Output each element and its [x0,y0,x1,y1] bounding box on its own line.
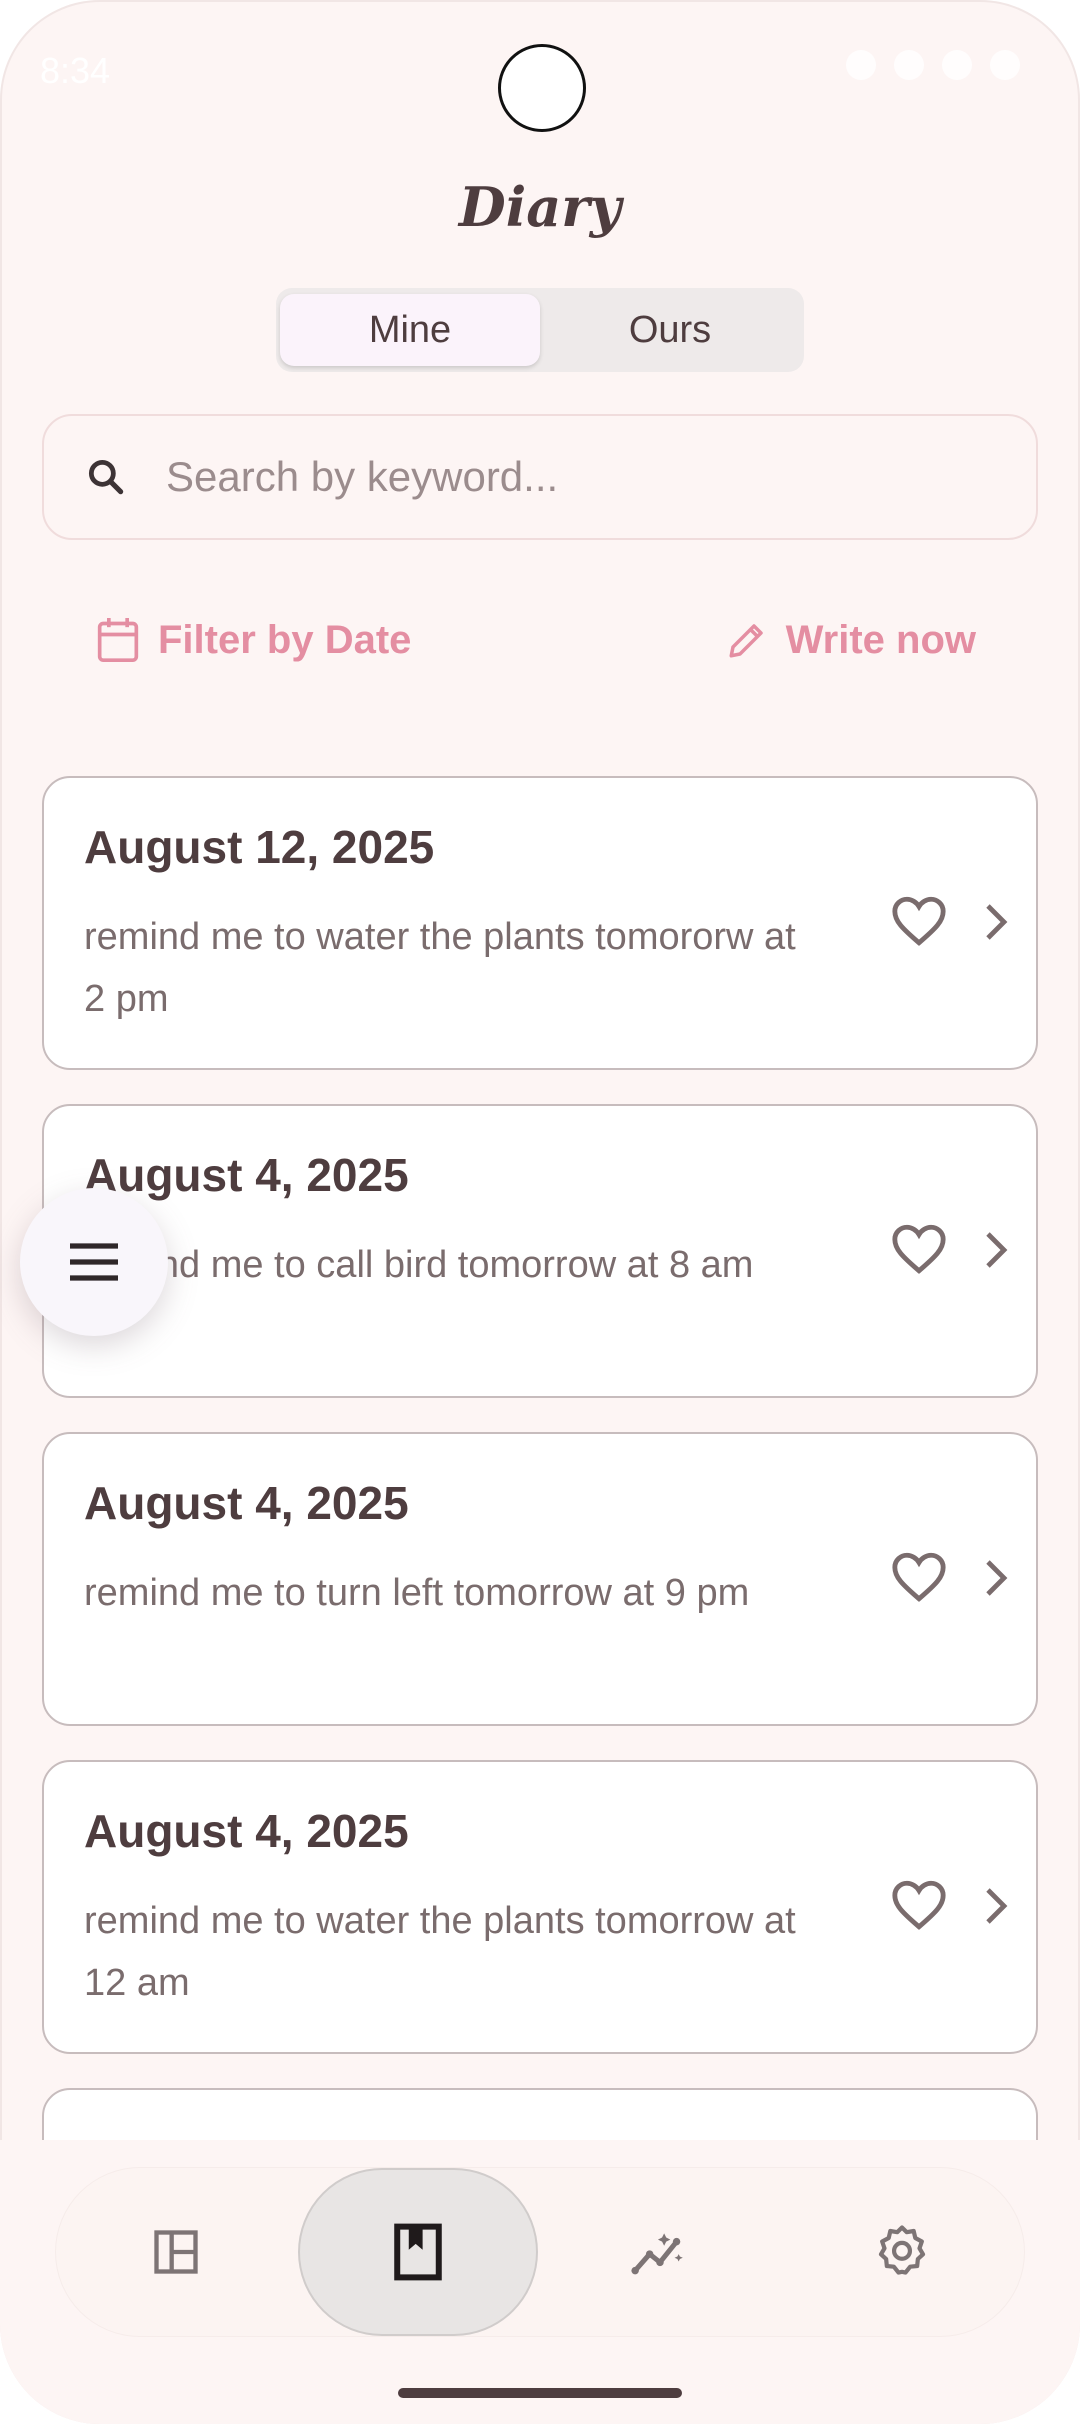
chevron-right-icon[interactable] [984,1886,1008,1926]
diary-entry-card[interactable]: August 4, 2025 remind me to turn left to… [42,1432,1038,1726]
heart-icon[interactable] [890,1878,948,1932]
entry-date: August 4, 2025 [84,1149,409,1201]
filter-label: Filter by Date [158,617,412,662]
phone-screen: 8:34 Diary Mine Ours Filter by Date Writ… [0,0,1080,2424]
front-camera [498,44,586,132]
home-indicator[interactable] [398,2388,682,2398]
write-label: Write now [785,617,976,662]
dashboard-icon [154,2230,198,2274]
chevron-right-icon[interactable] [984,1558,1008,1598]
insights-icon [631,2233,683,2275]
pencil-icon [729,624,763,658]
search-icon [84,455,128,499]
entry-text: remind me to turn left tomorrow at 9 pm [84,1572,750,1614]
nav-diary[interactable] [298,2168,538,2336]
entry-text: remind me to call bird tomorrow at 8 am [84,1244,754,1286]
wifi-icon [894,50,924,80]
nav-settings[interactable] [782,2168,1022,2336]
hamburger-menu-icon [70,1243,118,1281]
status-bar: 8:34 [0,0,1080,140]
diary-bookmark-icon [394,2223,442,2281]
calendar-icon [97,618,139,662]
heart-icon[interactable] [890,1222,948,1276]
nav-diary-active-pill [298,2168,538,2336]
menu-fab[interactable] [20,1188,168,1336]
dnd-icon [846,50,876,80]
tab-mine[interactable]: Mine [280,294,540,366]
status-icons [846,50,1020,80]
filter-by-date-button[interactable]: Filter by Date [96,600,411,680]
battery-icon [990,50,1020,80]
status-time: 8:34 [40,50,111,91]
entry-date: August 4, 2025 [84,1477,409,1529]
heart-icon[interactable] [890,1550,948,1604]
write-now-button[interactable]: Write now [726,600,976,680]
diary-entry-card[interactable]: August 4, 2025 remind me to call bird to… [42,1104,1038,1398]
mine-ours-toggle: Mine Ours [276,288,804,372]
page-title: Diary [458,175,622,239]
search-bar[interactable] [42,414,1038,540]
entry-text: remind me to water the plants tomororw a… [84,916,796,1020]
signal-icon [942,50,972,80]
chevron-right-icon[interactable] [984,1230,1008,1270]
chevron-right-icon[interactable] [984,902,1008,942]
diary-entry-card[interactable]: August 4, 2025 remind me to water the pl… [42,1760,1038,2054]
entry-text: remind me to water the plants tomorrow a… [84,1900,796,2004]
nav-dashboard[interactable] [56,2168,296,2336]
search-input[interactable] [164,452,968,502]
heart-icon[interactable] [890,894,948,948]
diary-entry-card[interactable]: August 12, 2025 remind me to water the p… [42,776,1038,1070]
entry-date: August 4, 2025 [84,1805,409,1857]
nav-insights[interactable] [540,2168,780,2336]
entry-date: August 12, 2025 [84,821,435,873]
bottom-nav [56,2168,1024,2336]
tab-ours[interactable]: Ours [540,294,800,366]
action-row: Filter by Date Write now [0,600,1080,680]
settings-icon [878,2225,926,2275]
